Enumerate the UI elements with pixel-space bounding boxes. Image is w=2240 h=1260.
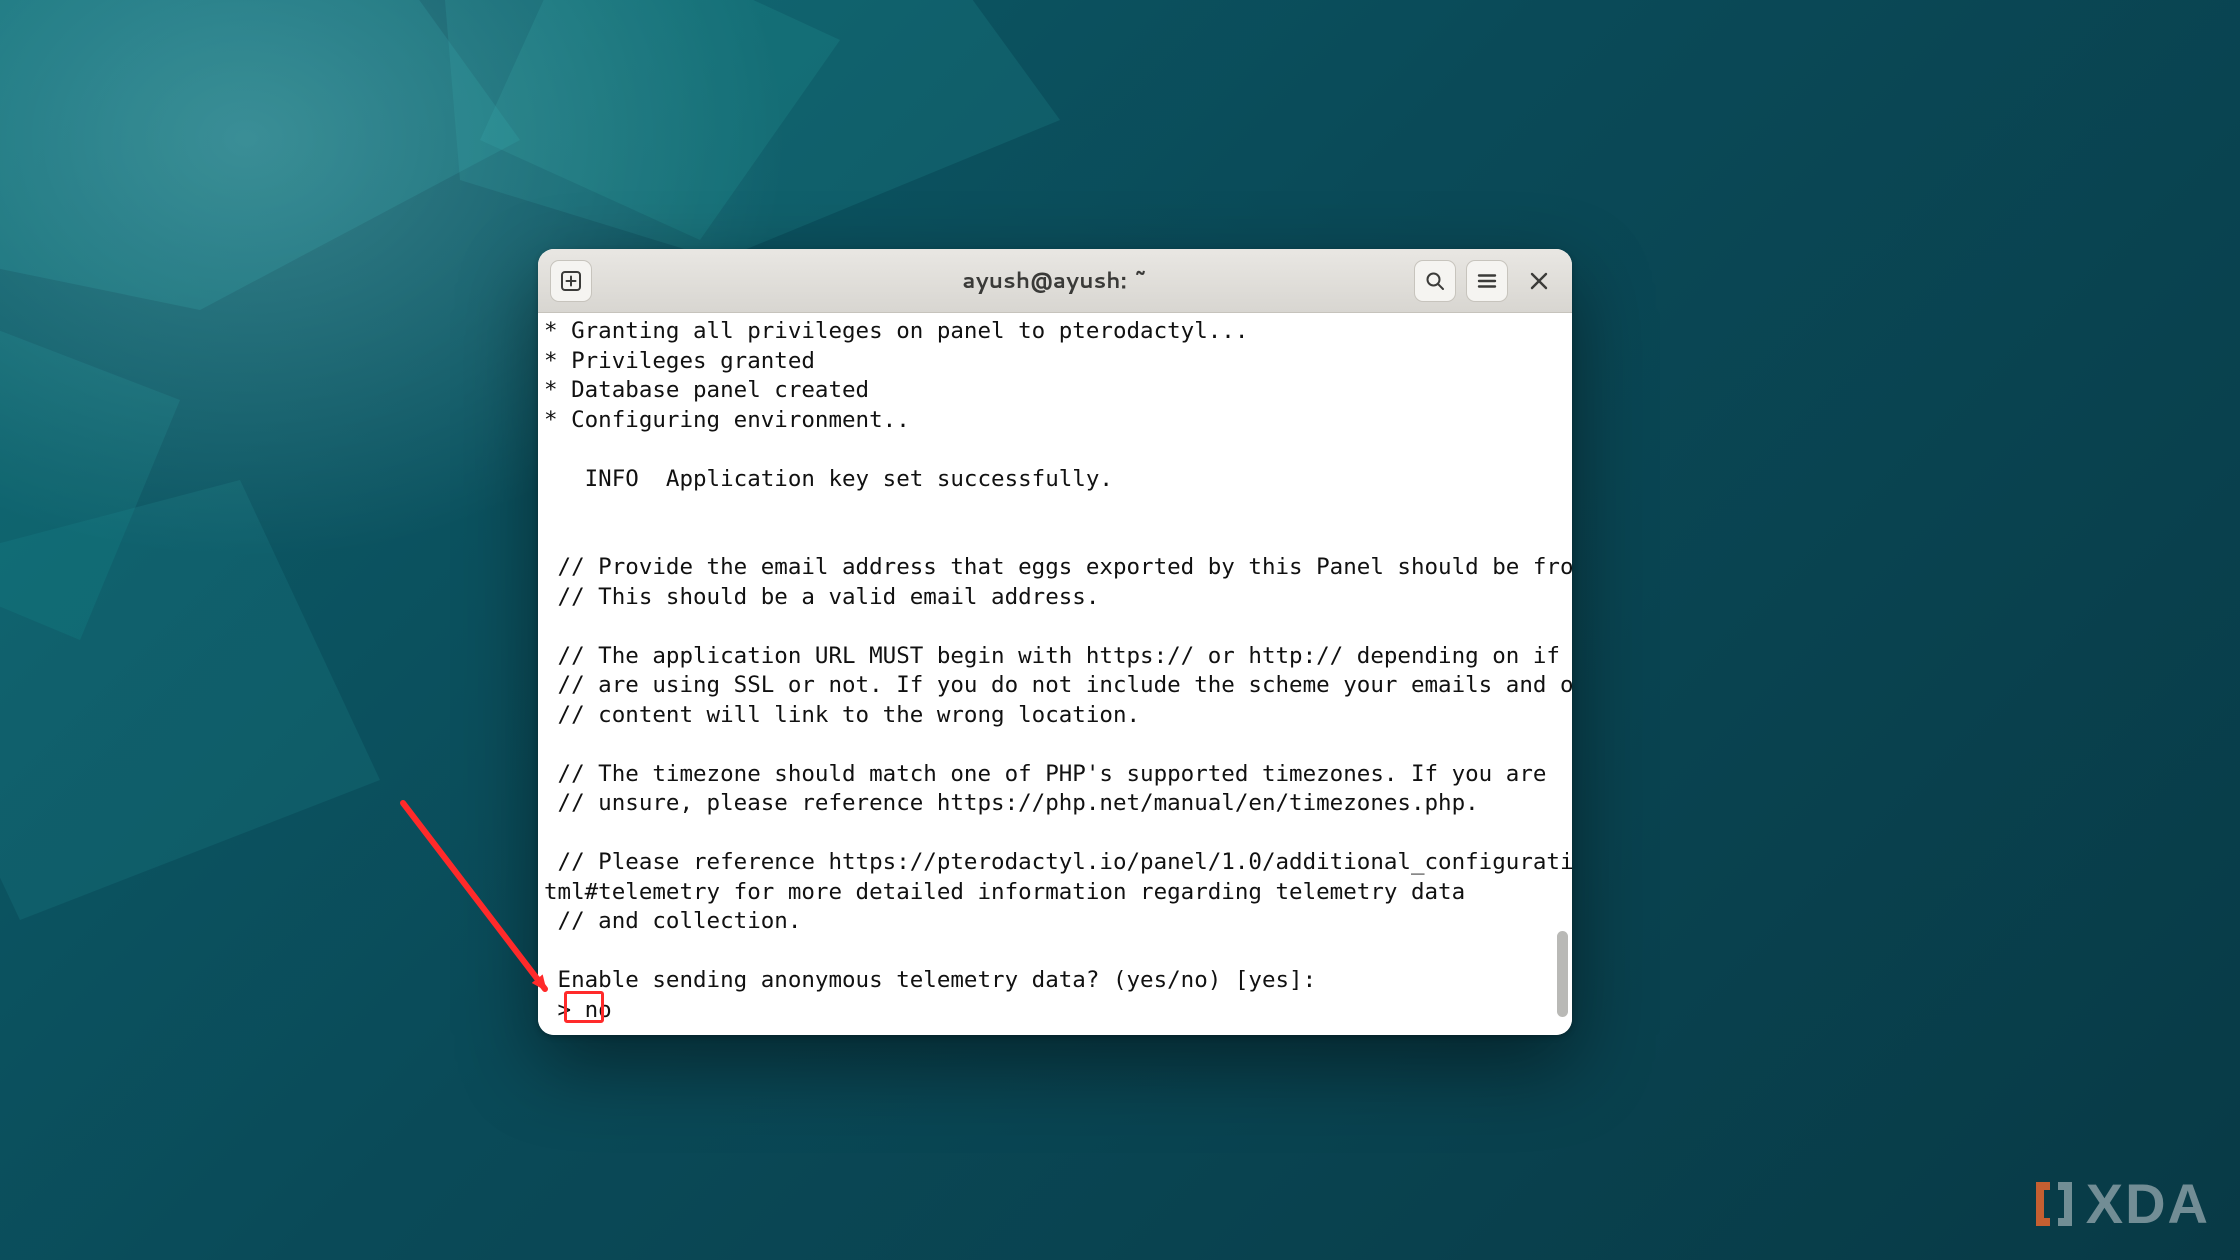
terminal-line: // unsure, please reference https://php.… [544,790,1479,816]
search-icon [1424,270,1446,292]
hamburger-icon [1476,270,1498,292]
terminal-window: ayush@ayush: ~ [538,249,1572,1035]
terminal-line: Enable sending anonymous telemetry data?… [544,967,1316,993]
terminal-line: * Privileges granted [544,348,815,374]
terminal-line: // are using SSL or not. If you do not i… [544,672,1572,698]
terminal-line: // The timezone should match one of PHP'… [544,761,1546,787]
scrollbar-thumb[interactable] [1557,931,1568,1017]
terminal-line: tml#telemetry for more detailed informat… [544,879,1465,905]
terminal-line: // content will link to the wrong locati… [544,702,1140,728]
terminal-line: * Granting all privileges on panel to pt… [544,318,1248,344]
terminal-line: // The application URL MUST begin with h… [544,643,1572,669]
menu-button[interactable] [1466,260,1508,302]
terminal-line: // This should be a valid email address. [544,584,1099,610]
terminal-line: * Configuring environment.. [544,407,910,433]
terminal-line: * Database panel created [544,377,869,403]
watermark: XDA [2030,1171,2210,1236]
terminal-line: // Please reference https://pterodactyl.… [544,849,1572,875]
search-button[interactable] [1414,260,1456,302]
watermark-bracket-icon [2030,1176,2078,1232]
terminal-line: INFO Application key set successfully. [544,466,1113,492]
close-button[interactable] [1518,260,1560,302]
close-icon [1529,271,1549,291]
new-tab-button[interactable] [550,260,592,302]
terminal-line: > no [544,997,612,1023]
plus-box-icon [560,270,582,292]
terminal-line: // and collection. [544,908,801,934]
titlebar[interactable]: ayush@ayush: ~ [538,249,1572,313]
terminal-output[interactable]: * Granting all privileges on panel to pt… [538,313,1572,1035]
watermark-text: XDA [2086,1171,2210,1236]
terminal-line: // Provide the email address that eggs e… [544,554,1572,580]
